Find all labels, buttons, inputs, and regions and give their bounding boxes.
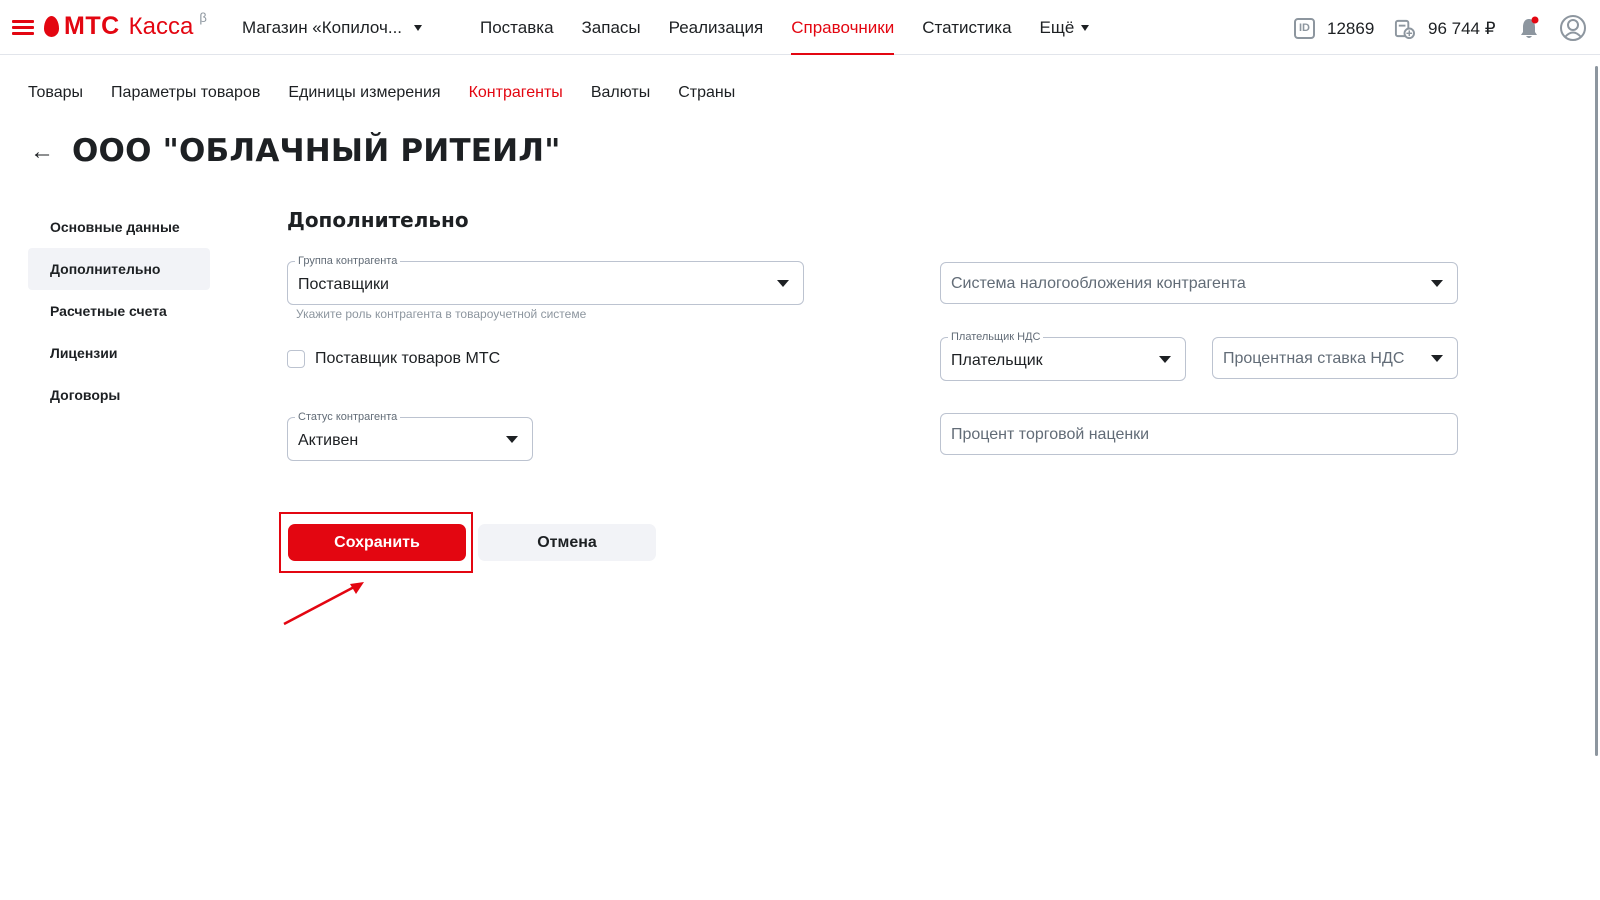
bell-icon[interactable]: [1518, 16, 1540, 40]
side-item-licenses[interactable]: Лицензии: [28, 332, 210, 374]
menu-icon[interactable]: [12, 20, 34, 35]
logo[interactable]: МТС Касса β: [44, 10, 207, 42]
chevron-down-icon: [414, 25, 423, 31]
logo-brand: МТС: [64, 12, 120, 40]
side-item-additional[interactable]: Дополнительно: [28, 248, 210, 290]
cancel-button[interactable]: Отмена: [478, 524, 656, 561]
tab-currencies[interactable]: Валюты: [591, 84, 650, 102]
vat-payer-label: Плательщик НДС: [948, 331, 1044, 343]
mts-egg-icon: [44, 16, 59, 37]
tax-system-placeholder: Система налогообложения контрагента: [951, 275, 1246, 292]
mts-supplier-checkbox[interactable]: [287, 350, 305, 368]
side-item-contracts[interactable]: Договоры: [28, 374, 210, 416]
nav-item-stock[interactable]: Запасы: [582, 0, 641, 55]
chevron-down-icon: [1431, 355, 1443, 362]
logo-product: Касса: [128, 13, 194, 40]
section-title: Дополнительно: [287, 208, 469, 232]
tab-countries[interactable]: Страны: [678, 84, 735, 102]
mts-supplier-checkbox-row[interactable]: Поставщик товаров МТС: [287, 350, 500, 368]
chevron-down-icon: [1159, 356, 1171, 363]
group-hint: Укажите роль контрагента в товароучетной…: [296, 307, 587, 321]
vat-rate-placeholder: Процентная ставка НДС: [1223, 350, 1405, 367]
nav-item-references[interactable]: Справочники: [791, 0, 895, 55]
nav-item-statistics[interactable]: Статистика: [922, 0, 1011, 55]
tab-products[interactable]: Товары: [28, 84, 83, 102]
sub-nav: Товары Параметры товаров Единицы измерен…: [28, 84, 763, 102]
store-selector[interactable]: Магазин «Копилоч...: [242, 18, 423, 38]
status-value: Активен: [298, 432, 359, 449]
tab-units[interactable]: Единицы измерения: [288, 84, 440, 102]
nav-item-more[interactable]: Ещё: [1040, 0, 1090, 55]
nav-item-sales[interactable]: Реализация: [669, 0, 764, 55]
side-menu: Основные данные Дополнительно Расчетные …: [28, 206, 210, 416]
tax-system-select[interactable]: Система налогообложения контрагента: [940, 262, 1458, 304]
store-name: Магазин «Копилоч...: [242, 18, 403, 37]
mts-supplier-label: Поставщик товаров МТС: [315, 350, 501, 367]
chevron-down-icon: [777, 280, 789, 287]
top-header: МТС Касса β Магазин «Копилоч... Поставка…: [0, 0, 1600, 55]
tab-product-params[interactable]: Параметры товаров: [111, 84, 260, 102]
avatar-icon[interactable]: [1560, 15, 1586, 41]
page-title: ООО "ОБЛАЧНЫЙ РИТЕИЛ": [72, 133, 561, 169]
account-id: 12869: [1327, 19, 1375, 38]
side-item-bank-accounts[interactable]: Расчетные счета: [28, 290, 210, 332]
group-value: Поставщики: [298, 276, 389, 293]
vat-payer-select[interactable]: Плательщик НДС Плательщик: [940, 331, 1186, 381]
status-select[interactable]: Статус контрагента Активен: [287, 411, 533, 461]
nav-item-delivery[interactable]: Поставка: [480, 0, 554, 55]
main-nav: Поставка Запасы Реализация Справочники С…: [480, 0, 1117, 55]
id-icon: ID: [1294, 18, 1315, 39]
nav-more-label: Ещё: [1039, 17, 1075, 37]
balance: 96 744 ₽: [1428, 19, 1496, 38]
vat-payer-value: Плательщик: [951, 352, 1043, 369]
chevron-down-icon: [1081, 24, 1090, 31]
annotation-arrow-icon: [283, 582, 364, 626]
wallet-icon[interactable]: [1394, 18, 1415, 39]
logo-beta: β: [199, 10, 207, 25]
back-arrow-icon[interactable]: ←: [30, 138, 54, 166]
group-select[interactable]: Группа контрагента Поставщики: [287, 255, 804, 305]
chevron-down-icon: [1431, 280, 1443, 287]
chevron-down-icon: [506, 436, 518, 443]
markup-placeholder: Процент торговой наценки: [951, 426, 1150, 443]
markup-input[interactable]: Процент торговой наценки: [940, 413, 1458, 455]
scrollbar[interactable]: [1595, 66, 1598, 756]
tab-counterparties[interactable]: Контрагенты: [469, 84, 563, 102]
vat-rate-select[interactable]: Процентная ставка НДС: [1212, 337, 1458, 379]
side-item-main-data[interactable]: Основные данные: [28, 206, 210, 248]
save-button[interactable]: Сохранить: [288, 524, 466, 561]
status-label: Статус контрагента: [295, 411, 401, 423]
group-label: Группа контрагента: [295, 255, 401, 267]
